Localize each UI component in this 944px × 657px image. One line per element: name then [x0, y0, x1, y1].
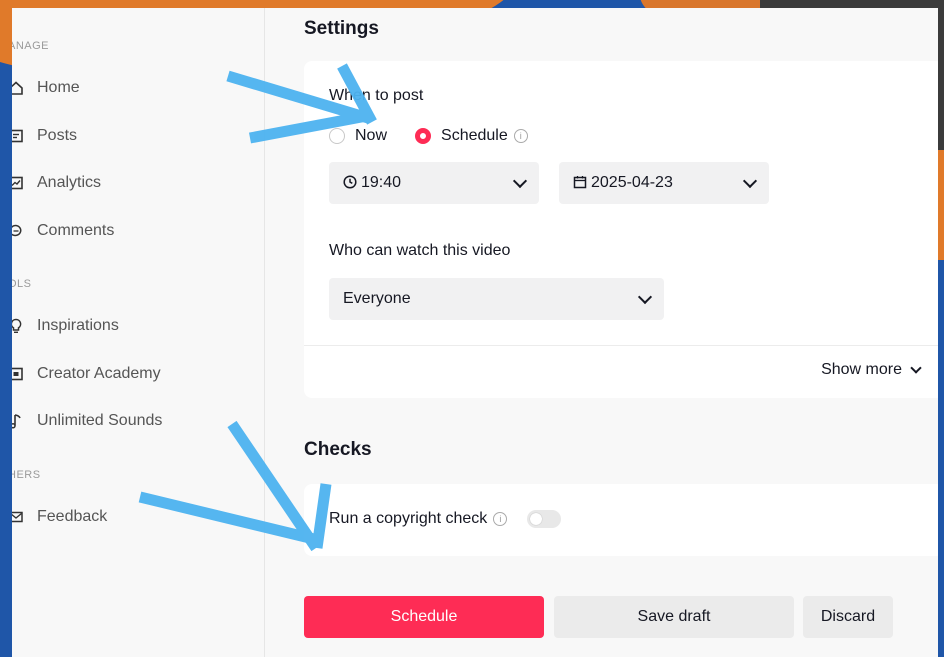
discard-button[interactable]: Discard — [803, 596, 893, 638]
sidebar-item-label: Inspirations — [37, 317, 119, 334]
checks-card: Run a copyright check i — [304, 484, 938, 556]
sidebar-item-comments[interactable]: Comments — [12, 216, 114, 246]
copyright-check-toggle[interactable] — [527, 510, 562, 528]
sidebar-item-label: Home — [37, 79, 80, 96]
who-can-watch-select[interactable]: Everyone — [329, 278, 664, 320]
sidebar-item-label: Creator Academy — [37, 365, 161, 382]
posts-icon — [12, 128, 23, 144]
sidebar-item-label: Unlimited Sounds — [37, 412, 163, 429]
settings-card: When to post Now Schedule i 19:40 2025-0… — [304, 61, 938, 398]
radio-now-label: Now — [355, 127, 388, 144]
sidebar-item-label: Comments — [37, 222, 115, 239]
who-can-watch-value: Everyone — [343, 290, 411, 307]
sidebar-item-analytics[interactable]: Analytics — [12, 168, 101, 198]
save-draft-button[interactable]: Save draft — [554, 596, 794, 638]
chevron-down-icon — [637, 289, 653, 305]
comments-icon — [12, 223, 23, 239]
chevron-down-icon — [910, 362, 922, 374]
checks-heading: Checks — [304, 439, 372, 460]
sidebar-item-unlimited-sounds[interactable]: Unlimited Sounds — [12, 406, 162, 436]
sidebar-item-inspirations[interactable]: Inspirations — [12, 311, 119, 341]
sidebar-item-label: Posts — [37, 127, 78, 144]
when-to-post-options: Now Schedule i — [329, 127, 528, 145]
academy-icon — [12, 366, 23, 382]
date-value: 2025-04-23 — [591, 174, 673, 191]
clock-icon — [343, 174, 357, 192]
settings-heading: Settings — [304, 18, 379, 39]
radio-circle[interactable] — [329, 128, 345, 144]
sidebar-item-label: Feedback — [37, 508, 108, 525]
radio-schedule-label: Schedule — [441, 127, 508, 144]
lightbulb-icon — [12, 318, 23, 334]
sidebar-item-label: Analytics — [37, 174, 102, 191]
section-label-others: HERS — [12, 469, 41, 481]
radio-now[interactable]: Now — [329, 127, 387, 145]
home-icon — [12, 80, 23, 96]
calendar-icon — [573, 175, 587, 192]
app-window: ANAGE Home Posts Analytics Comments OLS … — [12, 8, 938, 657]
radio-circle-selected[interactable] — [415, 128, 432, 144]
date-select[interactable]: 2025-04-23 — [559, 162, 769, 204]
sidebar-item-posts[interactable]: Posts — [12, 121, 77, 151]
sidebar-item-home[interactable]: Home — [12, 73, 80, 103]
copyright-check-row: Run a copyright check i — [329, 510, 562, 528]
chevron-down-icon — [742, 173, 758, 189]
mail-icon — [12, 509, 23, 525]
section-label-tools: OLS — [12, 278, 32, 290]
who-can-watch-label: Who can watch this video — [329, 242, 511, 259]
show-more-label: Show more — [821, 361, 902, 378]
show-more-button[interactable]: Show more — [821, 361, 922, 379]
info-icon[interactable]: i — [513, 129, 528, 143]
chevron-down-icon — [512, 173, 528, 189]
copyright-check-label: Run a copyright check — [329, 510, 488, 527]
schedule-button[interactable]: Schedule — [304, 596, 544, 638]
main-content: Settings When to post Now Schedule i 19: — [265, 8, 938, 657]
time-select[interactable]: 19:40 — [329, 162, 539, 204]
sidebar-item-creator-academy[interactable]: Creator Academy — [12, 359, 161, 389]
section-label-manage: ANAGE — [12, 40, 50, 52]
when-to-post-label: When to post — [329, 87, 424, 104]
info-icon[interactable]: i — [493, 512, 508, 526]
radio-schedule[interactable]: Schedule i — [415, 127, 528, 145]
sidebar-item-feedback[interactable]: Feedback — [12, 502, 107, 532]
music-note-icon — [12, 413, 23, 429]
analytics-icon — [12, 175, 23, 191]
divider — [304, 345, 938, 346]
sidebar: ANAGE Home Posts Analytics Comments OLS … — [12, 8, 265, 657]
time-value: 19:40 — [361, 174, 402, 191]
